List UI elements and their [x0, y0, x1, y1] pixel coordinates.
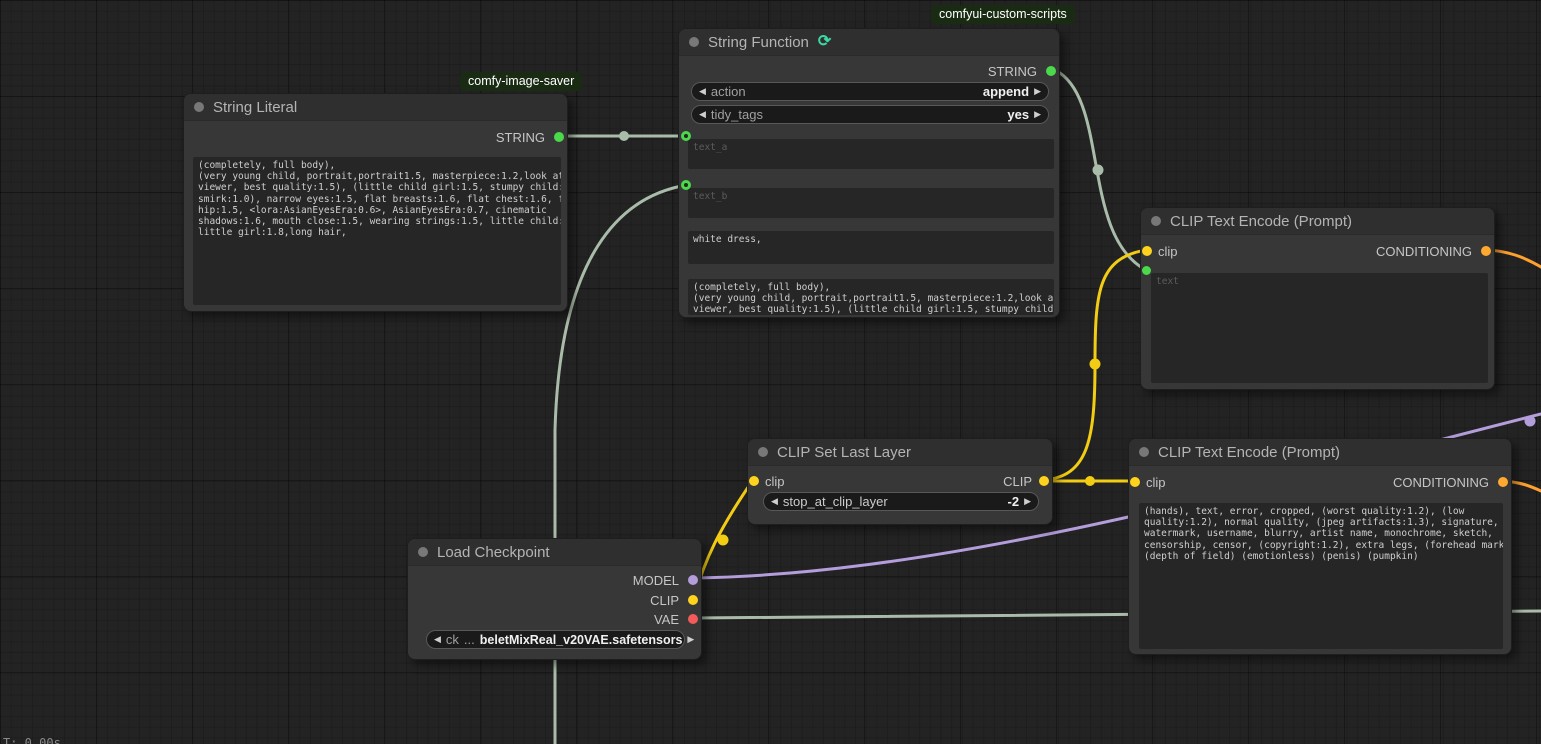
link-dot[interactable]	[1525, 416, 1536, 427]
output-label-string: STRING	[496, 130, 545, 145]
text-c-textarea[interactable]: white dress,	[688, 231, 1054, 264]
collapse-dot-icon[interactable]	[1139, 447, 1149, 457]
output-label-conditioning: CONDITIONING	[1376, 244, 1472, 259]
widget-label: tidy_tags	[711, 107, 1002, 122]
node-titlebar[interactable]: CLIP Set Last Layer	[748, 439, 1052, 466]
input-dot-text-a[interactable]	[681, 131, 691, 141]
node-title: String Function	[708, 34, 809, 51]
output-label-clip: CLIP	[1003, 474, 1032, 489]
node-title: String Literal	[213, 99, 297, 116]
output-label-string: STRING	[988, 64, 1037, 79]
output-dot-clip[interactable]	[1039, 476, 1049, 486]
node-titlebar[interactable]: CLIP Text Encode (Prompt)	[1129, 439, 1511, 466]
output-dot-model[interactable]	[688, 575, 698, 585]
placeholder-text: text_b	[693, 191, 727, 202]
input-label-clip: clip	[1146, 475, 1166, 490]
widget-value: beletMixReal_v20VAE.safetensors	[480, 633, 683, 647]
output-dot-vae[interactable]	[688, 614, 698, 624]
node-titlebar[interactable]: CLIP Text Encode (Prompt)	[1141, 208, 1494, 235]
badge-comfy-image-saver: comfy-image-saver	[460, 72, 582, 91]
right-arrow-icon[interactable]: ▶	[1034, 87, 1041, 96]
pysssss-logo-icon: ⟳	[818, 34, 831, 50]
widget-value: -2	[1008, 494, 1020, 509]
link-dot[interactable]	[1090, 359, 1101, 370]
widget-value: yes	[1007, 107, 1029, 122]
left-arrow-icon[interactable]: ◀	[699, 87, 706, 96]
input-dot-clip[interactable]	[749, 476, 759, 486]
node-title: CLIP Set Last Layer	[777, 444, 911, 461]
comfyui-canvas[interactable]: { "status": { "perf_text": "T: 0.00s" },…	[0, 0, 1541, 744]
node-clip-text-encode-bottom[interactable]: CLIP Text Encode (Prompt) clip CONDITION…	[1128, 438, 1512, 655]
widget-label: stop_at_clip_layer	[783, 494, 1003, 509]
text-textarea[interactable]: text	[1151, 273, 1488, 383]
link-dot[interactable]	[718, 535, 729, 546]
output-label-clip: CLIP	[650, 593, 679, 608]
wire-bottom-to-text-b	[555, 185, 687, 744]
output-label-conditioning: CONDITIONING	[1393, 475, 1489, 490]
badge-comfyui-custom-scripts: comfyui-custom-scripts	[931, 5, 1075, 24]
node-load-checkpoint[interactable]: Load Checkpoint MODEL CLIP VAE ◀ ck ... …	[407, 538, 702, 660]
node-string-function[interactable]: String Function ⟳ STRING ◀ action append…	[678, 28, 1060, 318]
node-title: Load Checkpoint	[437, 544, 550, 561]
link-dot[interactable]	[1093, 165, 1104, 176]
widget-value: append	[983, 84, 1029, 99]
node-titlebar[interactable]: String Function ⟳	[679, 29, 1059, 56]
text-b-textarea[interactable]: text_b	[688, 188, 1054, 218]
input-label-clip: clip	[765, 474, 785, 489]
node-title: CLIP Text Encode (Prompt)	[1158, 444, 1340, 461]
input-dot-clip[interactable]	[1142, 246, 1152, 256]
result-textarea[interactable]: (completely, full body), (very young chi…	[688, 279, 1054, 315]
widget-label-truncation: ...	[464, 632, 475, 647]
widget-tidy-tags[interactable]: ◀ tidy_tags yes ▶	[691, 105, 1049, 124]
collapse-dot-icon[interactable]	[418, 547, 428, 557]
wire-top-conditioning-to-right	[1487, 250, 1541, 267]
string-literal-textarea[interactable]: (completely, full body), (very young chi…	[193, 157, 561, 305]
collapse-dot-icon[interactable]	[758, 447, 768, 457]
link-dot[interactable]	[619, 131, 629, 141]
output-label-model: MODEL	[633, 573, 679, 588]
input-dot-text-b[interactable]	[681, 180, 691, 190]
link-dot[interactable]	[1085, 476, 1095, 486]
node-titlebar[interactable]: String Literal	[184, 94, 567, 121]
collapse-dot-icon[interactable]	[689, 37, 699, 47]
output-dot-conditioning[interactable]	[1481, 246, 1491, 256]
right-arrow-icon[interactable]: ▶	[1034, 110, 1041, 119]
collapse-dot-icon[interactable]	[1151, 216, 1161, 226]
output-dot-clip[interactable]	[688, 595, 698, 605]
output-dot-string[interactable]	[1046, 66, 1056, 76]
left-arrow-icon[interactable]: ◀	[771, 497, 778, 506]
right-arrow-icon[interactable]: ▶	[687, 635, 694, 644]
left-arrow-icon[interactable]: ◀	[434, 635, 441, 644]
node-string-literal[interactable]: String Literal STRING (completely, full …	[183, 93, 568, 312]
widget-label: action	[711, 84, 978, 99]
collapse-dot-icon[interactable]	[194, 102, 204, 112]
placeholder-text: text_a	[693, 142, 727, 153]
left-arrow-icon[interactable]: ◀	[699, 110, 706, 119]
negative-prompt-textarea[interactable]: (hands), text, error, cropped, (worst qu…	[1139, 503, 1503, 649]
widget-action[interactable]: ◀ action append ▶	[691, 82, 1049, 101]
widget-label: ck	[446, 632, 459, 647]
widget-ckpt-name[interactable]: ◀ ck ... beletMixReal_v20VAE.safetensors…	[426, 630, 685, 649]
node-title: CLIP Text Encode (Prompt)	[1170, 213, 1352, 230]
node-clip-set-last-layer[interactable]: CLIP Set Last Layer clip CLIP ◀ stop_at_…	[747, 438, 1053, 525]
input-dot-text[interactable]	[1142, 266, 1151, 275]
input-label-clip: clip	[1158, 244, 1178, 259]
render-time-status: T: 0.00s	[3, 736, 61, 744]
widget-stop-at-clip-layer[interactable]: ◀ stop_at_clip_layer -2 ▶	[763, 492, 1039, 511]
input-dot-clip[interactable]	[1130, 477, 1140, 487]
output-dot-string[interactable]	[554, 132, 564, 142]
node-clip-text-encode-top[interactable]: CLIP Text Encode (Prompt) clip CONDITION…	[1140, 207, 1495, 390]
output-label-vae: VAE	[654, 612, 679, 627]
right-arrow-icon[interactable]: ▶	[1024, 497, 1031, 506]
node-titlebar[interactable]: Load Checkpoint	[408, 539, 701, 566]
placeholder-text: text	[1156, 276, 1179, 287]
output-dot-conditioning[interactable]	[1498, 477, 1508, 487]
text-a-textarea[interactable]: text_a	[688, 139, 1054, 169]
